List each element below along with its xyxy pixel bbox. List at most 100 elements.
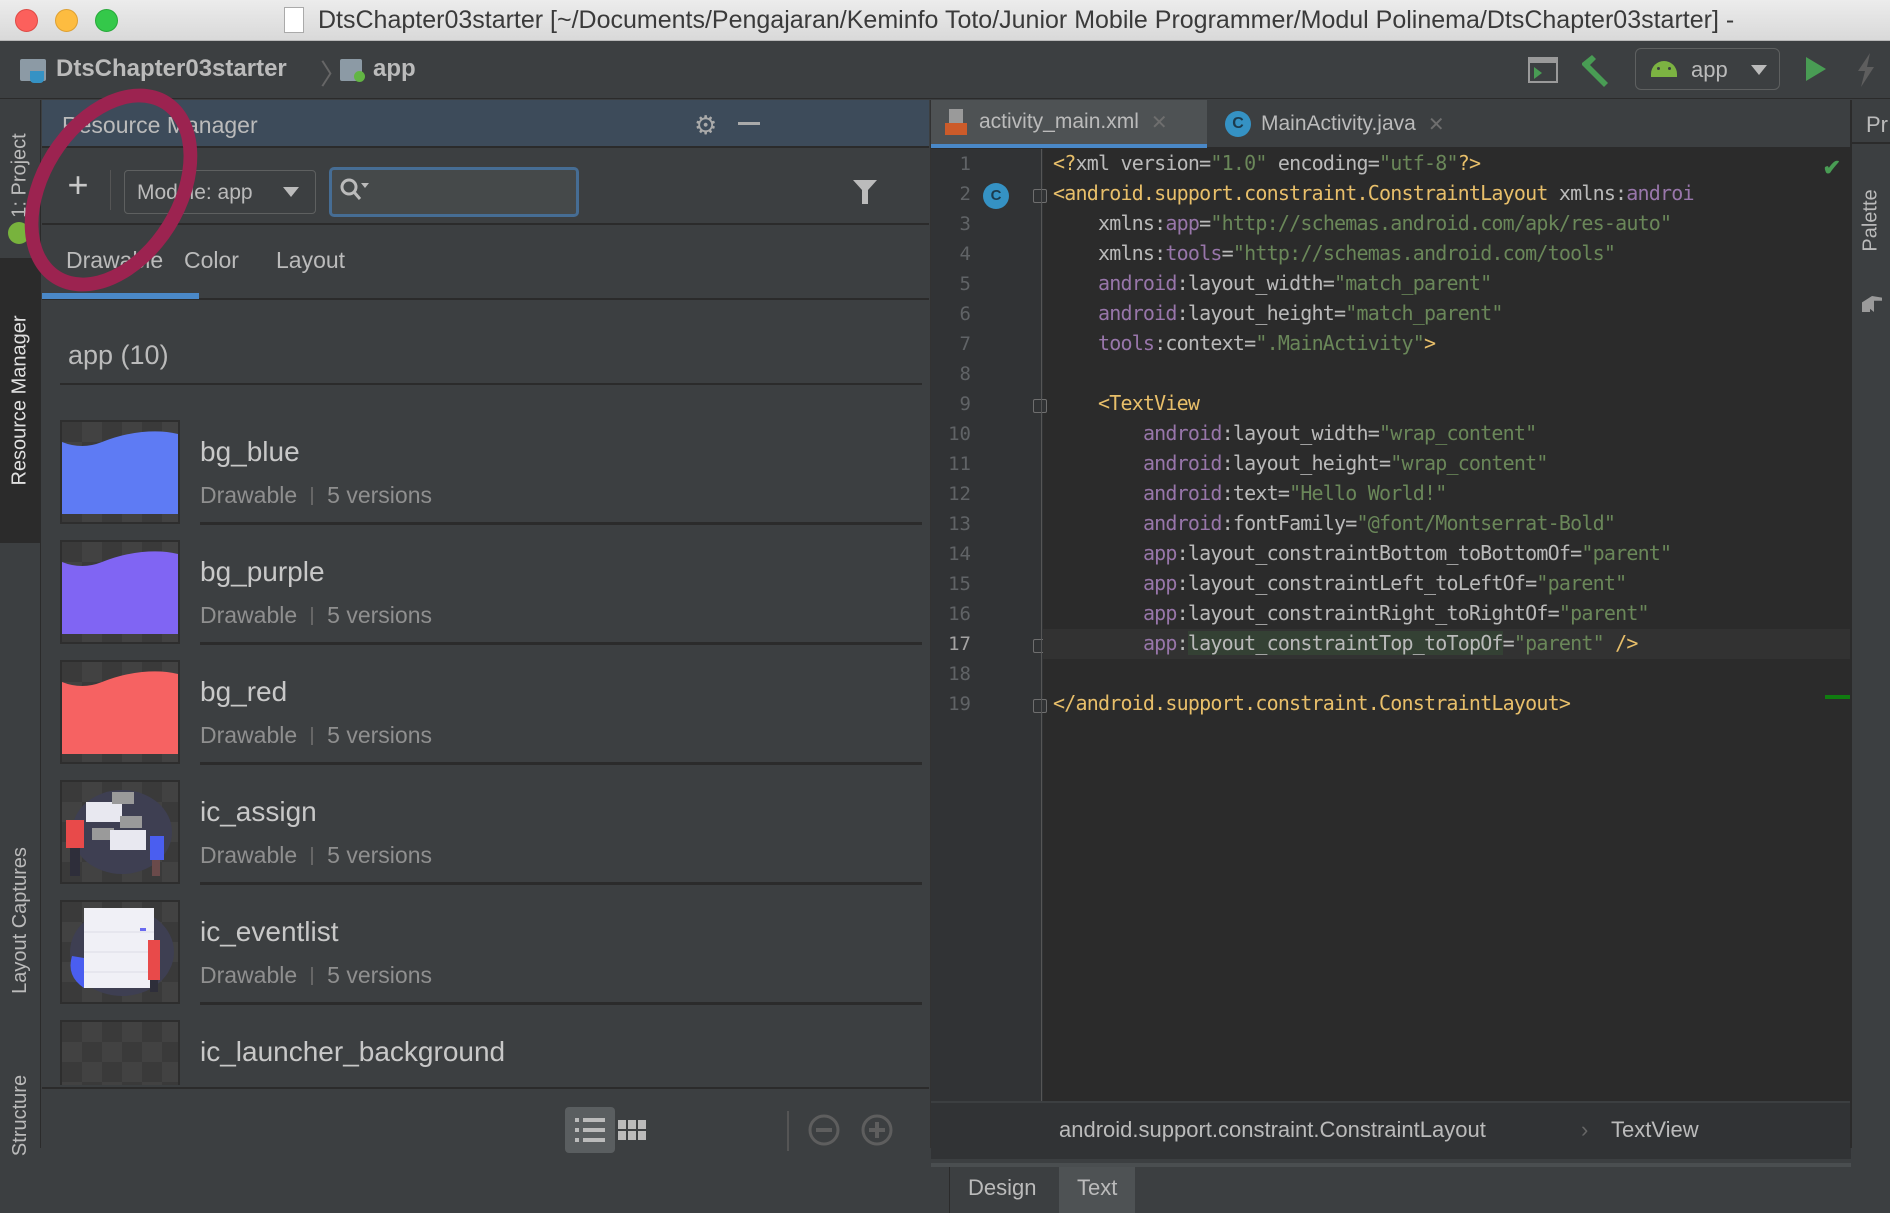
minimize-panel-icon[interactable] bbox=[738, 122, 760, 125]
design-text-tabs: Design Text bbox=[931, 1163, 1851, 1213]
resource-manager-panel: Resource Manager ⚙ + Module: app Drawabl… bbox=[42, 100, 929, 1153]
tab-drawable[interactable]: Drawable bbox=[66, 247, 163, 274]
preview-tab[interactable]: Pr bbox=[1852, 100, 1890, 144]
code-line: app:layout_constraintBottom_toBottomOf="… bbox=[1142, 541, 1672, 565]
no-problems-check-icon: ✔ bbox=[1822, 155, 1841, 180]
resource-meta: Drawable 5 versions bbox=[200, 842, 432, 868]
search-input[interactable] bbox=[372, 176, 562, 208]
gear-icon[interactable]: ⚙ bbox=[694, 110, 717, 141]
breadcrumb-constraintlayout[interactable]: android.support.constraint.ConstraintLay… bbox=[1059, 1117, 1486, 1143]
run-configuration-select[interactable]: app bbox=[1635, 48, 1780, 90]
code-editor: activity_main.xml ✕ C MainActivity.java … bbox=[930, 100, 1851, 1213]
code-line: android:layout_width="wrap_content" bbox=[1142, 421, 1537, 445]
code-line: <TextView bbox=[1097, 391, 1200, 415]
breadcrumb-project[interactable]: DtsChapter03starter bbox=[56, 55, 287, 83]
maximize-window-button[interactable] bbox=[95, 9, 118, 32]
line-number: 19 bbox=[948, 693, 971, 715]
resource-meta: Drawable 5 versions bbox=[200, 962, 432, 988]
line-gutter: 1 2 3 4 5 6 7 8 9 10 11 12 13 14 15 16 1… bbox=[931, 149, 1047, 1101]
tab-color[interactable]: Color bbox=[184, 247, 239, 274]
search-field[interactable] bbox=[329, 167, 579, 217]
line-number: 5 bbox=[959, 273, 971, 295]
code-area[interactable]: <?xml version="1.0" encoding="utf-8"?> <… bbox=[1043, 149, 1851, 1101]
window-titlebar: DtsChapter03starter [~/Documents/Pengaja… bbox=[0, 0, 1890, 41]
resource-item[interactable]: bg_red Drawable 5 versions bbox=[42, 640, 929, 765]
line-number: 14 bbox=[948, 543, 971, 565]
resource-thumbnail bbox=[60, 540, 180, 644]
resource-name: ic_launcher_background bbox=[200, 1036, 506, 1067]
tab-main-activity-java[interactable]: C MainActivity.java ✕ bbox=[1211, 100, 1459, 148]
tab-design[interactable]: Design bbox=[949, 1167, 1055, 1213]
minimize-window-button[interactable] bbox=[55, 9, 78, 32]
resource-item[interactable]: bg_blue Drawable 5 versions bbox=[42, 400, 929, 525]
resource-item[interactable]: ic_launcher_background Drawable1 version bbox=[42, 1000, 929, 1085]
resource-thumbnail bbox=[60, 780, 180, 884]
breadcrumb-textview[interactable]: TextView bbox=[1611, 1117, 1699, 1143]
code-line: tools:context=".MainActivity"> bbox=[1097, 331, 1436, 355]
tab-structure[interactable]: Structure bbox=[0, 1060, 41, 1170]
build-hammer-icon[interactable] bbox=[1578, 53, 1612, 92]
resource-meta: Drawable 5 versions bbox=[200, 722, 432, 748]
line-number: 11 bbox=[948, 453, 971, 475]
resource-toolbar: + Module: app bbox=[42, 150, 929, 225]
line-number: 2 bbox=[959, 183, 971, 205]
grid-view-icon bbox=[618, 1120, 646, 1140]
resource-meta: Drawable 5 versions bbox=[200, 482, 432, 508]
resource-meta: Drawable 5 versions bbox=[200, 602, 432, 628]
resource-item[interactable]: ic_eventlist Drawable 5 versions bbox=[42, 880, 929, 1005]
resource-list: bg_blue Drawable 5 versions bg_purple Dra… bbox=[42, 400, 929, 1085]
tab-resource-manager[interactable]: Resource Manager bbox=[0, 258, 41, 543]
line-number: 6 bbox=[959, 303, 971, 325]
zoom-in-button[interactable] bbox=[852, 1107, 902, 1153]
apply-changes-icon[interactable] bbox=[1856, 53, 1876, 92]
filter-icon[interactable] bbox=[852, 178, 878, 206]
add-resource-button[interactable]: + bbox=[58, 166, 98, 206]
line-number: 16 bbox=[948, 603, 971, 625]
left-tool-strip: 1: Project Resource Manager Layout Captu… bbox=[0, 100, 41, 1156]
grid-view-button[interactable] bbox=[607, 1107, 657, 1153]
resource-manager-header: Resource Manager ⚙ bbox=[42, 100, 929, 148]
line-number-current: 17 bbox=[948, 633, 971, 655]
resource-item[interactable]: ic_assign Drawable 5 versions bbox=[42, 760, 929, 885]
android-icon bbox=[1651, 61, 1677, 77]
code-line: </android.support.constraint.ConstraintL… bbox=[1053, 691, 1571, 715]
editor-breadcrumb: android.support.constraint.ConstraintLay… bbox=[931, 1101, 1851, 1159]
window-title: DtsChapter03starter [~/Documents/Pengaja… bbox=[318, 6, 1735, 34]
tab-activity-main-xml[interactable]: activity_main.xml ✕ bbox=[931, 100, 1207, 148]
breadcrumb-separator: › bbox=[1581, 1117, 1589, 1142]
navigation-bar: DtsChapter03starter 〉 app app bbox=[0, 41, 1890, 99]
run-icon[interactable] bbox=[1806, 57, 1826, 81]
list-view-icon bbox=[575, 1118, 605, 1142]
tab-palette[interactable]: Palette bbox=[1852, 160, 1890, 280]
line-number: 4 bbox=[959, 243, 971, 265]
chevron-down-icon bbox=[283, 187, 299, 197]
resource-thumbnail bbox=[60, 420, 180, 524]
close-window-button[interactable] bbox=[15, 9, 38, 32]
resource-meta: Drawable1 version bbox=[200, 1082, 420, 1085]
android-project-icon bbox=[8, 222, 30, 244]
class-gutter-icon[interactable]: C bbox=[983, 183, 1009, 209]
code-line: app:layout_constraintRight_toRightOf="pa… bbox=[1142, 601, 1650, 625]
resource-item[interactable]: bg_purple Drawable 5 versions bbox=[42, 520, 929, 645]
close-tab-icon[interactable]: ✕ bbox=[1151, 110, 1168, 135]
active-tab-indicator bbox=[42, 293, 199, 299]
code-line: android:fontFamily="@font/Montserrat-Bol… bbox=[1142, 511, 1616, 535]
group-label: app (10) bbox=[68, 340, 169, 370]
code-line: android:layout_height="match_parent" bbox=[1097, 301, 1503, 325]
line-number: 18 bbox=[948, 663, 971, 685]
line-number: 9 bbox=[959, 393, 971, 415]
controls-divider bbox=[787, 1111, 789, 1151]
java-class-icon: C bbox=[1225, 111, 1251, 137]
code-line: xmlns:app="http://schemas.android.com/ap… bbox=[1053, 211, 1672, 235]
code-line: xmlns:tools="http://schemas.android.com/… bbox=[1053, 241, 1616, 265]
module-select[interactable]: Module: app bbox=[124, 170, 316, 214]
device-manager-icon[interactable] bbox=[1528, 57, 1558, 83]
tab-layout[interactable]: Layout bbox=[276, 247, 345, 274]
breadcrumb-module[interactable]: app bbox=[373, 55, 416, 83]
tab-layout-captures[interactable]: Layout Captures bbox=[0, 800, 41, 1040]
zoom-out-button[interactable] bbox=[799, 1107, 849, 1153]
tab-text[interactable]: Text bbox=[1059, 1167, 1136, 1213]
resource-thumbnail bbox=[60, 660, 180, 764]
module-folder-icon bbox=[340, 59, 365, 82]
close-tab-icon[interactable]: ✕ bbox=[1428, 112, 1445, 137]
